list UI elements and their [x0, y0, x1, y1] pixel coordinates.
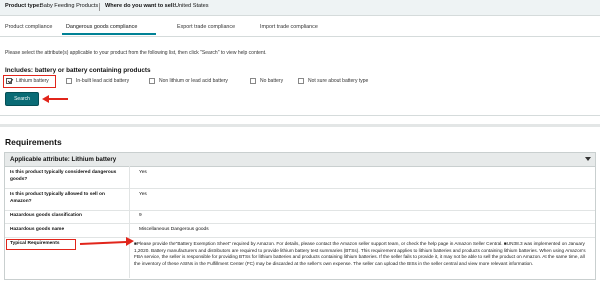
divider	[0, 115, 600, 116]
tab-product-compliance[interactable]: Product compliance	[5, 24, 52, 30]
annotation-arrow-icon	[42, 95, 68, 103]
where-to-sell-value: United States	[175, 3, 209, 9]
typical-requirements-text: ■Please provide the"Battery Exemption Sh…	[134, 241, 586, 266]
checkbox-icon[interactable]	[298, 78, 304, 84]
applicable-attribute-header[interactable]: Applicable attribute: Lithium battery	[5, 153, 595, 167]
option-label: In-built lead acid battery	[76, 78, 130, 84]
option-label: Non lithium or lead acid battery	[159, 78, 228, 84]
row-value: 9	[139, 213, 142, 218]
checkbox-icon[interactable]	[250, 78, 256, 84]
checkbox-icon[interactable]	[66, 78, 72, 84]
instructions-text: Please select the attribute(s) applicabl…	[5, 50, 267, 56]
table-row: Is this product typically allowed to sel…	[5, 189, 595, 211]
row-key: Is this product typically allowed to sel…	[10, 192, 105, 204]
option-label: Lithium battery	[16, 78, 49, 84]
row-value: Yes	[139, 192, 147, 197]
option-label: No battery	[260, 78, 284, 84]
tab-dangerous-goods-compliance[interactable]: Dangerous goods compliance	[66, 24, 137, 30]
includes-heading: Includes: battery or battery containing …	[5, 67, 151, 74]
annotation-arrow-icon	[79, 237, 134, 246]
row-value: Miscellaneous Dangerous goods	[139, 227, 209, 232]
caret-down-icon[interactable]	[585, 157, 591, 161]
divider	[99, 3, 100, 11]
product-context-bar: Product type: Baby Feeding Products Wher…	[0, 0, 600, 16]
row-key: Is this product typically considered dan…	[10, 170, 117, 182]
applicable-attribute-label: Applicable attribute: Lithium battery	[10, 156, 117, 163]
checkbox-checked-icon[interactable]	[6, 78, 12, 84]
table-row: Is this product typically considered dan…	[5, 167, 595, 189]
active-tab-indicator	[62, 33, 156, 35]
search-button[interactable]: Search	[5, 92, 39, 106]
row-key: Hazardous goods classification	[10, 213, 82, 218]
checkbox-icon[interactable]	[149, 78, 155, 84]
highlight-box-typical-requirements	[6, 239, 76, 250]
table-row: Hazardous goods classification 9	[5, 211, 595, 224]
row-key: Hazardous goods name	[10, 227, 65, 232]
product-type-value: Baby Feeding Products	[40, 3, 99, 9]
tab-export-trade-compliance[interactable]: Export trade compliance	[177, 24, 235, 30]
where-to-sell-label: Where do you want to sell:	[105, 3, 176, 9]
section-divider	[0, 124, 600, 127]
requirements-title: Requirements	[5, 137, 62, 147]
row-value: Yes	[139, 170, 147, 175]
option-label: Not sure about battery type	[308, 78, 369, 84]
tab-import-trade-compliance[interactable]: Import trade compliance	[260, 24, 318, 30]
product-type-label: Product type:	[5, 3, 42, 9]
